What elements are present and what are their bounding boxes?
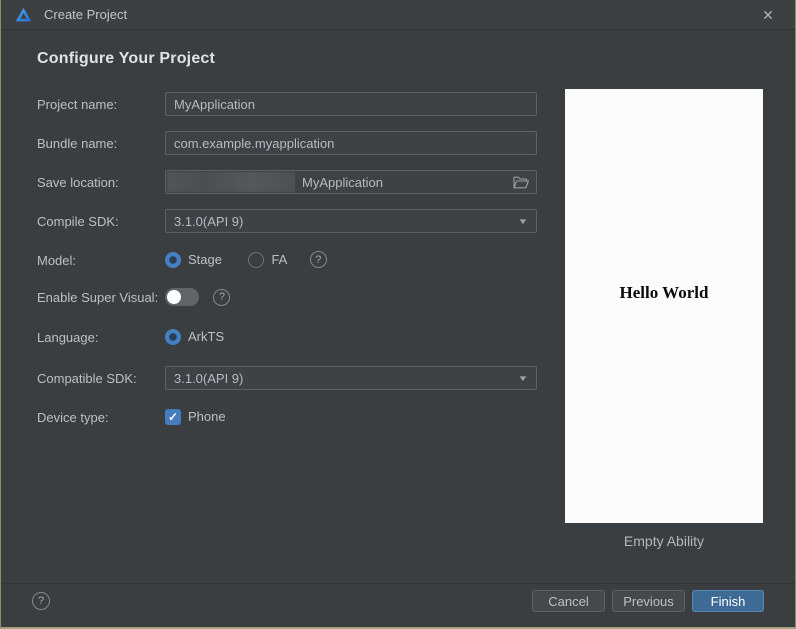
project-name-input[interactable] [165, 92, 537, 116]
super-visual-help-icon[interactable]: ? [213, 288, 231, 306]
device-type-options: ✓ Phone [165, 408, 537, 426]
compile-sdk-label: Compile SDK: [37, 214, 119, 229]
project-name-label: Project name: [37, 97, 118, 112]
bundle-name-input[interactable] [165, 131, 537, 155]
save-location-redacted-path [167, 172, 295, 192]
save-location-value: MyApplication [302, 175, 383, 190]
model-fa-label: FA [271, 252, 288, 268]
language-label: Language: [37, 330, 99, 345]
cancel-button[interactable]: Cancel [532, 590, 605, 612]
model-fa-radio[interactable] [248, 251, 265, 268]
preview-caption: Empty Ability [623, 533, 705, 549]
save-location-input[interactable]: MyApplication [165, 170, 537, 194]
finish-button[interactable]: Finish [692, 590, 764, 612]
dialog-help-icon[interactable]: ? [32, 592, 50, 610]
compatible-sdk-select[interactable]: 3.1.0(API 9) ▼ [165, 366, 537, 390]
window-title: Create Project [44, 7, 128, 22]
model-options: Stage FA ? [165, 251, 537, 269]
create-project-dialog: Create Project ✕ Configure Your Project … [0, 0, 796, 629]
language-options: ArkTS [165, 328, 537, 346]
enable-super-visual-label: Enable Super Visual: [37, 290, 159, 305]
model-help-icon[interactable]: ? [309, 251, 327, 269]
footer-bar: ? Cancel Previous Finish [1, 583, 795, 627]
language-arkts-radio[interactable] [165, 328, 181, 345]
chevron-down-icon: ▼ [517, 374, 529, 383]
compile-sdk-select[interactable]: 3.1.0(API 9) ▼ [165, 209, 537, 233]
model-label: Model: [37, 253, 77, 268]
toggle-knob [167, 290, 181, 304]
page-title: Configure Your Project [37, 50, 216, 67]
title-bar: Create Project ✕ [1, 0, 795, 30]
deveco-studio-logo-icon [15, 7, 32, 21]
device-phone-label: Phone [188, 409, 226, 425]
enable-super-visual-control: ? [165, 288, 537, 306]
model-stage-radio[interactable] [165, 251, 181, 268]
device-phone-checkbox[interactable]: ✓ [165, 408, 181, 425]
compatible-sdk-value: 3.1.0(API 9) [174, 370, 244, 386]
ability-preview-screen: Hello World [565, 89, 763, 523]
language-arkts-label: ArkTS [188, 329, 225, 345]
save-location-label: Save location: [37, 175, 119, 190]
browse-folder-icon[interactable] [513, 176, 529, 189]
close-icon[interactable]: ✕ [757, 4, 779, 26]
device-type-label: Device type: [37, 410, 109, 425]
model-stage-label: Stage [188, 252, 222, 268]
chevron-down-icon: ▼ [517, 217, 529, 226]
super-visual-toggle[interactable] [165, 288, 199, 306]
compile-sdk-value: 3.1.0(API 9) [174, 213, 244, 229]
bundle-name-label: Bundle name: [37, 136, 118, 151]
previous-button[interactable]: Previous [612, 590, 685, 612]
compatible-sdk-label: Compatible SDK: [37, 371, 137, 386]
preview-hello-world-text: Hello World [619, 283, 709, 302]
